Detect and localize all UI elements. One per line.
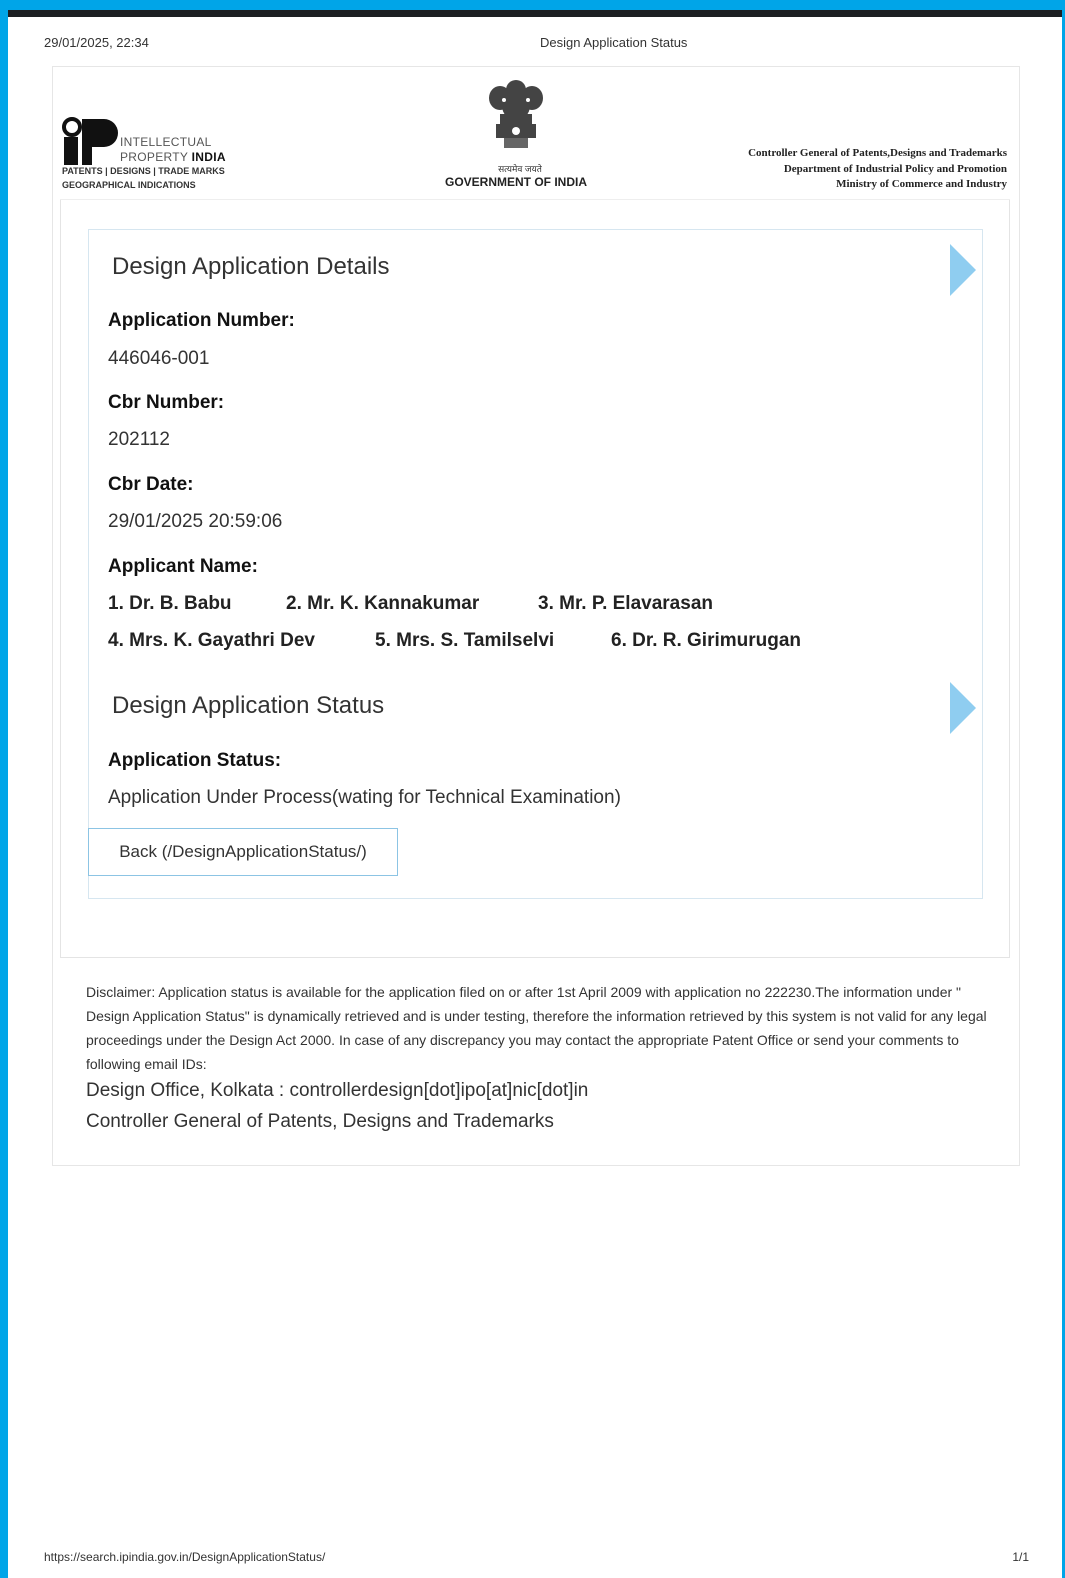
ip-logo-line2: PROPERTY INDIA [120, 150, 226, 164]
print-footer-url: https://search.ipindia.gov.in/DesignAppl… [44, 1550, 326, 1564]
government-of-india-label: GOVERNMENT OF INDIA [445, 175, 588, 189]
ip-india-logo: INTELLECTUAL PROPERTY INDIA PATENTS | DE… [62, 110, 252, 200]
contact-design-office: Design Office, Kolkata : controllerdesig… [86, 1080, 589, 1101]
contact-controller-general: Controller General of Patents, Designs a… [86, 1111, 554, 1132]
screen-frame-top [0, 0, 1065, 10]
emblem-motto: सत्यमेव जयते [498, 164, 542, 174]
disclaimer-text: Disclaimer: Application status is availa… [86, 984, 987, 1072]
applicant-1: 1. Dr. B. Babu [108, 593, 232, 614]
application-number-label: Application Number: [108, 310, 295, 331]
cbr-number-value: 202112 [108, 429, 170, 450]
details-section-title: Design Application Details [112, 253, 390, 280]
screen-frame-left [0, 0, 8, 1578]
applicant-6: 6. Dr. R. Girimurugan [611, 630, 802, 651]
ip-logo-mark-icon [62, 117, 118, 165]
print-date-time: 29/01/2025, 22:34 [44, 35, 149, 50]
controller-general-header: Controller General of Patents,Designs an… [748, 146, 1007, 193]
applicant-4: 4. Mrs. K. Gayathri Dev [108, 630, 315, 651]
cg-line3: Ministry of Commerce and Industry [836, 178, 1007, 190]
cbr-number-label: Cbr Number: [108, 392, 225, 413]
cg-line1: Controller General of Patents,Designs an… [748, 147, 1007, 159]
state-emblem-icon [489, 80, 543, 148]
cbr-date-value: 29/01/2025 20:59:06 [108, 511, 283, 532]
ip-logo-line3: PATENTS | DESIGNS | TRADE MARKS [62, 166, 225, 176]
applicant-2: 2. Mr. K. Kannakumar [286, 593, 480, 614]
ip-logo-line4: GEOGRAPHICAL INDICATIONS [62, 180, 196, 190]
ip-logo-line1: INTELLECTUAL [120, 135, 212, 149]
application-status-label: Application Status: [108, 750, 282, 771]
application-number-value: 446046-001 [108, 348, 210, 369]
cbr-date-label: Cbr Date: [108, 474, 194, 495]
status-section-title: Design Application Status [112, 692, 385, 719]
chevron-right-icon [950, 244, 976, 296]
print-page-number: 1/1 [1012, 1550, 1029, 1564]
back-button[interactable]: Back (/DesignApplicationStatus/) [88, 828, 398, 876]
application-status-value: Application Under Process(wating for Tec… [108, 787, 621, 808]
applicant-5: 5. Mrs. S. Tamilselvi [375, 630, 555, 651]
print-page-title: Design Application Status [540, 35, 688, 50]
applicant-name-label: Applicant Name: [108, 556, 258, 577]
cg-line2: Department of Industrial Policy and Prom… [783, 162, 1007, 175]
chevron-right-icon [950, 682, 976, 734]
screen-frame-bar [8, 10, 1065, 17]
applicant-3: 3. Mr. P. Elavarasan [538, 593, 713, 614]
